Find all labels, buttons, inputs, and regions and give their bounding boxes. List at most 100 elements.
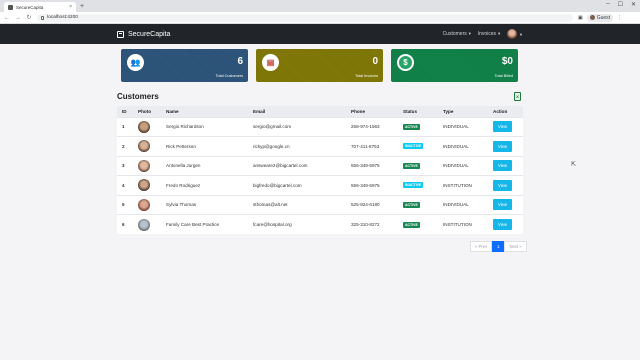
- info-icon[interactable]: [41, 15, 44, 20]
- browser-tabbar: SecureCapita × + – ☐ ✕: [0, 0, 640, 12]
- profile-label: Guest: [596, 14, 611, 21]
- view-button[interactable]: View: [493, 179, 513, 191]
- view-button[interactable]: View: [493, 140, 513, 152]
- forward-icon[interactable]: →: [15, 15, 21, 21]
- users-icon: 👥: [127, 54, 144, 71]
- table-row: 5 Sylvia Thomas sthomas@alt.net 525-824-618…: [117, 194, 523, 215]
- avatar: [138, 218, 150, 231]
- stat-cards: 👥 6 Total Customers ▤ 0 Total Invoices $…: [0, 44, 640, 82]
- brand[interactable]: SecureCapita: [117, 30, 171, 38]
- view-button[interactable]: View: [493, 199, 513, 211]
- cell-name: Fredo Rodriguez: [161, 175, 248, 195]
- page-1-button[interactable]: 1: [492, 241, 505, 252]
- cell-name: Sylvia Thomas: [161, 194, 248, 215]
- pagination: « Prev 1 Next »: [470, 241, 527, 252]
- window-controls: – ☐ ✕: [606, 1, 636, 8]
- tab-close-icon[interactable]: ×: [69, 4, 72, 10]
- maximize-icon[interactable]: ☐: [618, 1, 623, 8]
- sidebar-toggle-icon[interactable]: ▣: [578, 15, 583, 21]
- view-button[interactable]: View: [493, 121, 513, 133]
- chevron-down-icon: ▼: [467, 31, 472, 36]
- brand-name: SecureCapita: [128, 30, 171, 38]
- export-excel-icon[interactable]: X: [514, 92, 521, 101]
- page-title: Customers: [117, 92, 159, 101]
- user-menu[interactable]: ▼: [507, 29, 523, 39]
- table-row: 1 Sergio Richardson sergio@gmail.com 258-97…: [117, 116, 523, 137]
- back-icon[interactable]: ←: [4, 15, 10, 21]
- cell-email: bigfredo@bigcartel.com: [248, 175, 346, 195]
- cell-status: ACTIVE: [398, 116, 438, 137]
- cell-photo: [133, 214, 161, 234]
- status-badge: ACTIVE: [403, 123, 420, 130]
- close-window-icon[interactable]: ✕: [631, 1, 636, 8]
- col-phone: Phone: [346, 106, 398, 117]
- avatar: [138, 198, 150, 211]
- stat-label: Total Customers: [215, 74, 243, 78]
- reload-icon[interactable]: ↻: [26, 14, 32, 21]
- col-type: Type: [438, 106, 488, 117]
- cell-name: Rick Petterson: [161, 136, 248, 156]
- cell-photo: [133, 116, 161, 137]
- avatar: [138, 120, 150, 133]
- browser-tab[interactable]: SecureCapita ×: [4, 2, 76, 12]
- avatar: [138, 159, 150, 172]
- cell-action: View: [488, 155, 523, 176]
- cell-type: INDIVIDUAL: [438, 155, 488, 176]
- cell-name: Family Care Best Practice: [161, 214, 248, 234]
- cell-email: sergio@gmail.com: [248, 116, 346, 137]
- cell-type: INDIVIDUAL: [438, 194, 488, 215]
- customers-table: ID Photo Name Email Phone Status Type Ac…: [117, 106, 523, 234]
- avatar: [138, 179, 150, 192]
- cell-type: INSTITUTION: [438, 214, 488, 234]
- cell-type: INSTITUTION: [438, 175, 488, 195]
- cell-phone: 707-411-8753: [346, 136, 398, 156]
- cell-id: 5: [117, 194, 133, 215]
- cell-action: View: [488, 194, 523, 215]
- cell-phone: 525-824-6180: [346, 194, 398, 215]
- cell-action: View: [488, 136, 523, 156]
- next-page-button[interactable]: Next »: [504, 241, 527, 252]
- invoice-icon: ▤: [262, 54, 279, 71]
- nav-invoices-dropdown[interactable]: Invoices▼: [478, 31, 501, 37]
- menu-icon[interactable]: ⋮: [617, 15, 622, 21]
- nav-customers-dropdown[interactable]: Customers▼: [443, 31, 472, 37]
- url-field[interactable]: localhost:4200: [37, 13, 573, 22]
- table-header-row: ID Photo Name Email Phone Status Type Ac…: [117, 106, 523, 117]
- cell-photo: [133, 175, 161, 195]
- cell-status: INACTIVE: [398, 136, 438, 156]
- brand-logo-icon: [117, 30, 124, 38]
- dollar-icon: $: [397, 54, 414, 71]
- cell-photo: [133, 136, 161, 156]
- status-badge: ACTIVE: [403, 201, 420, 208]
- view-button[interactable]: View: [493, 219, 513, 230]
- browser-right-controls: ▣ Guest ⋮: [578, 13, 622, 22]
- stat-card-billed: $ $0 Total Billed: [391, 49, 518, 82]
- cell-id: 4: [117, 175, 133, 195]
- cell-status: INACTIVE: [398, 175, 438, 195]
- view-button[interactable]: View: [493, 160, 513, 172]
- cell-email: sthomas@alt.net: [248, 194, 346, 215]
- cell-id: 1: [117, 116, 133, 137]
- cell-id: 2: [117, 136, 133, 156]
- cell-type: INDIVIDUAL: [438, 116, 488, 137]
- cell-email: answeare2@bigcartel.com: [248, 155, 346, 176]
- col-photo: Photo: [133, 106, 161, 117]
- col-status: Status: [398, 106, 438, 117]
- cell-phone: 556-349-5975: [346, 175, 398, 195]
- col-name: Name: [161, 106, 248, 117]
- new-tab-button[interactable]: +: [80, 2, 84, 12]
- prev-page-button[interactable]: « Prev: [470, 241, 493, 252]
- cell-type: INDIVIDUAL: [438, 136, 488, 156]
- cell-name: Antonella Jurgen: [161, 155, 248, 176]
- minimize-icon[interactable]: –: [606, 1, 609, 8]
- table-row: 4 Fredo Rodriguez bigfredo@bigcartel.com 55…: [117, 175, 523, 195]
- stat-card-customers: 👥 6 Total Customers: [121, 49, 248, 82]
- profile-button[interactable]: Guest: [586, 13, 614, 22]
- avatar: [138, 140, 150, 153]
- status-badge: ACTIVE: [403, 162, 420, 169]
- stat-label: Total Invoices: [354, 74, 378, 78]
- table-row: 2 Rick Petterson rickyp@google.cn 707-411-8…: [117, 136, 523, 156]
- col-email: Email: [248, 106, 346, 117]
- chevron-down-icon: ▼: [497, 31, 502, 36]
- stat-card-invoices: ▤ 0 Total Invoices: [256, 49, 383, 82]
